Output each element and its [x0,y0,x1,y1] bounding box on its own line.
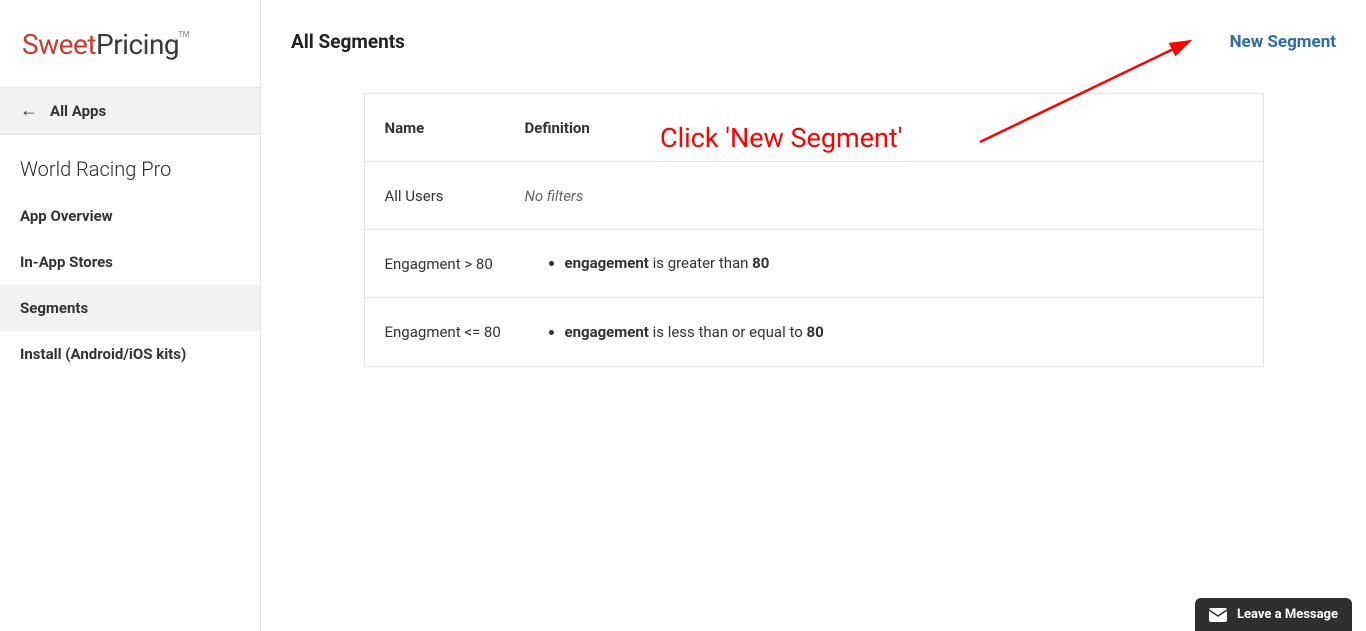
new-segment-button[interactable]: New Segment [1230,32,1336,52]
definition-text: is greater than [649,254,752,272]
table-header-definition: Definition [525,119,1263,137]
brand-tm: TM [178,30,189,39]
mail-icon [1209,608,1227,622]
brand-part1: Sweet [22,28,96,61]
sidebar-item-in-app-stores[interactable]: In-App Stores [0,239,260,285]
sidebar-item-segments[interactable]: Segments [0,285,260,331]
definition-list: engagement is less than or equal to 80 [525,321,1263,344]
table-row[interactable]: Engagment <= 80 engagement is less than … [365,298,1263,366]
all-apps-label: All Apps [50,102,106,120]
segment-definition: engagement is less than or equal to 80 [525,321,1263,344]
brand-logo[interactable]: SweetPricingTM [22,28,179,61]
definition-item: engagement is less than or equal to 80 [565,321,1263,344]
definition-metric: engagement [565,323,649,341]
table-row[interactable]: Engagment > 80 engagement is greater tha… [365,230,1263,298]
page-title: All Segments [291,30,405,53]
chat-widget-label: Leave a Message [1237,607,1338,622]
main-content: All Segments New Segment Name Definition… [261,0,1366,631]
segment-name: All Users [365,187,525,205]
definition-item: engagement is greater than 80 [565,252,1263,275]
chat-widget-button[interactable]: Leave a Message [1195,598,1352,631]
sidebar: SweetPricingTM ← All Apps World Racing P… [0,0,261,631]
definition-value: 80 [752,254,769,272]
app-name: World Racing Pro [0,135,260,193]
table-row[interactable]: All Users No filters [365,162,1263,230]
table-header-row: Name Definition [365,94,1263,162]
table-header-name: Name [365,119,525,137]
segment-name: Engagment > 80 [365,255,525,273]
sidebar-item-app-overview[interactable]: App Overview [0,193,260,239]
segment-definition: No filters [525,187,1263,205]
all-apps-link[interactable]: ← All Apps [0,88,260,135]
definition-metric: engagement [565,254,649,272]
definition-value: 80 [807,323,824,341]
definition-text: is less than or equal to [649,323,807,341]
brand-part2: Pricing [96,28,179,61]
sidebar-item-install[interactable]: Install (Android/iOS kits) [0,331,260,377]
segment-name: Engagment <= 80 [365,323,525,341]
logo-wrap: SweetPricingTM [0,0,260,88]
segments-table: Name Definition All Users No filters Eng… [364,93,1264,367]
segment-definition: engagement is greater than 80 [525,252,1263,275]
arrow-left-icon: ← [20,102,38,120]
header-row: All Segments New Segment [291,30,1336,53]
definition-list: engagement is greater than 80 [525,252,1263,275]
